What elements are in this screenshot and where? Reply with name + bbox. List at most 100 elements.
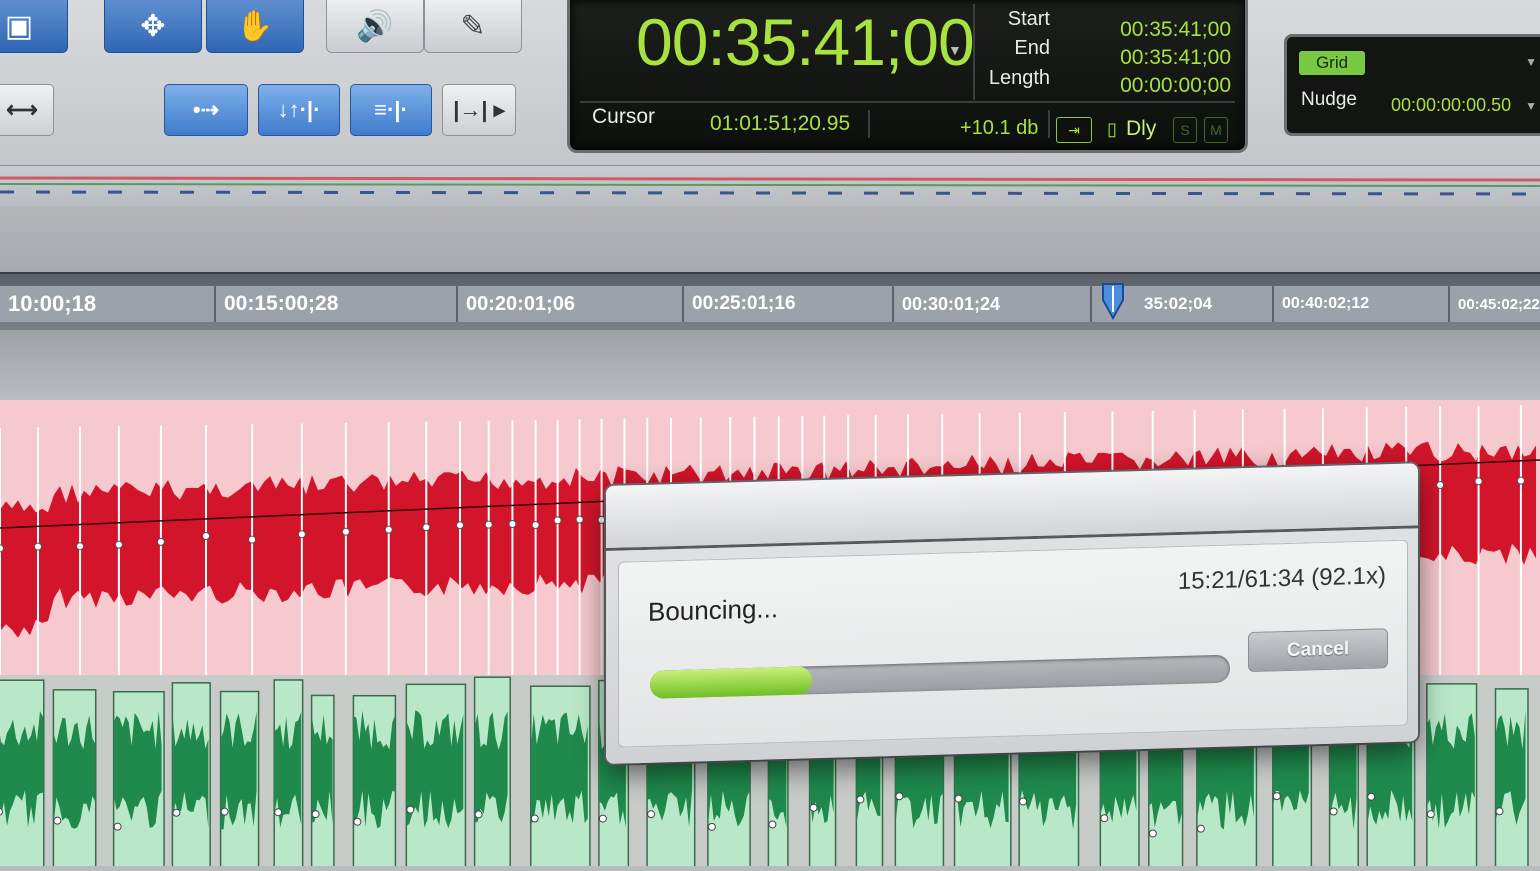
breakpoint [0, 544, 4, 553]
pencil-icon: ✎ [460, 9, 486, 43]
breakpoint [1329, 807, 1338, 816]
slip-icon: ↓↑·|· [277, 97, 321, 122]
zoom-tool-button[interactable]: ▣ [0, 0, 68, 53]
main-counter[interactable]: 00:35:41;00 [636, 4, 975, 80]
ruler-tick: 00:30:01;24 [894, 286, 1092, 322]
breakpoint [406, 805, 415, 814]
link-icon: ⟷ [6, 97, 38, 122]
breakpoint [1436, 481, 1445, 490]
breakpoint [0, 807, 3, 816]
grid-mode-button[interactable]: ≡·|· [350, 84, 432, 136]
bounce-progress-fill [650, 666, 813, 699]
nudge-mode-button[interactable]: |→| ▸ [442, 84, 516, 136]
breakpoint [768, 820, 777, 829]
breakpoint [172, 808, 181, 817]
bounce-dialog: Bouncing... 15:21/61:34 (92.1x) Cancel [606, 463, 1418, 764]
breakpoint [553, 516, 562, 525]
breakpoint [597, 515, 606, 524]
start-value[interactable]: 00:35:41;00 [1120, 18, 1231, 42]
breakpoint [1495, 807, 1504, 816]
slip-mode-button[interactable]: ↓↑·|· [258, 84, 340, 136]
breakpoint [156, 537, 165, 546]
breakpoint [598, 814, 607, 823]
grabber-hand-icon: ✋ [236, 9, 274, 43]
breakpoint [474, 810, 483, 819]
speaker-icon: 🔊 [356, 9, 394, 43]
playhead-marker-icon[interactable] [1100, 282, 1126, 322]
chevron-down-icon[interactable]: ▼ [948, 42, 962, 58]
breakpoint [1426, 810, 1435, 819]
bounce-time-readout: 15:21/61:34 (92.1x) [1177, 562, 1386, 596]
breakpoint [34, 542, 42, 551]
bounce-status-label: Bouncing... [648, 593, 779, 627]
divider [580, 101, 1235, 103]
dialog-body: Bouncing... 15:21/61:34 (92.1x) Cancel [618, 539, 1408, 748]
breakpoint [1516, 476, 1525, 485]
divider [868, 110, 870, 138]
marker-strip [0, 166, 1540, 206]
breakpoint [1148, 829, 1157, 838]
ruler-header-area [0, 206, 1540, 272]
length-value[interactable]: 00:00:00;00 [1120, 74, 1231, 98]
pencil-tool-button[interactable]: ✎ [424, 0, 522, 53]
grid-mode-icon: ≡·|· [374, 97, 408, 122]
cursor-value: 01:01:51;20.95 [710, 112, 851, 135]
scrubber-tool-button[interactable]: 🔊 [326, 0, 424, 53]
breakpoint [220, 807, 229, 816]
dly-label[interactable]: Dly [1126, 117, 1156, 141]
ruler-tick: 00:20:01;06 [458, 286, 684, 322]
solo-label: S [1180, 122, 1190, 138]
breakpoint [76, 542, 85, 551]
end-label: End [1014, 37, 1050, 59]
breakpoint [353, 817, 362, 826]
solo-button[interactable]: S [1173, 117, 1197, 143]
cursor-label: Cursor [592, 105, 656, 128]
breakpoint [384, 525, 393, 534]
link-button[interactable]: ⟷ [0, 84, 54, 136]
breakpoint [895, 792, 904, 801]
breakpoint [202, 531, 211, 540]
document-icon: ▯ [1107, 118, 1117, 139]
breakpoint [1474, 477, 1483, 486]
grid-nudge-display: Grid ▼ Nudge 00:00:00:00.50 ▼ [1284, 34, 1540, 136]
toolbar: ▣ ✥ ✋ 🔊 ✎ ⟷ •⇢ ↓↑·|· ≡·|· |→| ▸ 00:35:41… [0, 0, 1540, 166]
nudge-label: Nudge [1301, 89, 1357, 110]
ruler-tick: 10:00;18 [0, 286, 216, 322]
trim-icon: ✥ [140, 9, 166, 43]
breakpoint [1100, 814, 1109, 823]
breakpoint [113, 822, 122, 831]
cancel-button[interactable]: Cancel [1248, 628, 1388, 673]
chevron-down-icon[interactable]: ▼ [1525, 55, 1537, 69]
breakpoint [647, 810, 656, 819]
bounce-progress-bar [650, 654, 1230, 699]
breakpoint [530, 814, 539, 823]
breakpoint [1367, 792, 1376, 801]
chevron-down-icon[interactable]: ▼ [1525, 99, 1537, 113]
breakpoint [484, 520, 493, 529]
breakpoint [531, 521, 540, 530]
mute-button[interactable]: M [1204, 117, 1228, 143]
breakpoint [248, 535, 257, 544]
breakpoint [341, 527, 350, 536]
breakpoint [53, 816, 62, 825]
nudge-icon: |→| ▸ [453, 97, 505, 122]
breakpoint [297, 530, 306, 539]
breakpoint [114, 540, 123, 549]
breakpoint [954, 794, 963, 803]
grid-button[interactable]: Grid [1299, 51, 1365, 75]
breakpoint [575, 515, 584, 524]
trim-tool-button[interactable]: ✥ [104, 0, 202, 53]
grabber-tool-button[interactable]: ✋ [206, 0, 304, 53]
start-label: Start [1007, 8, 1050, 30]
divider [973, 4, 975, 100]
delay-compensation-icon[interactable]: ⇥ [1056, 117, 1092, 143]
spot-mode-button[interactable]: •⇢ [164, 84, 248, 136]
ruler-tick: 00:15:00;28 [216, 286, 458, 322]
gain-value: +10.1 db [960, 117, 1039, 139]
divider [1048, 110, 1050, 138]
nudge-value[interactable]: 00:00:00:00.50 [1391, 95, 1511, 116]
marker-lines [0, 176, 1540, 196]
end-value[interactable]: 00:35:41;00 [1120, 46, 1231, 70]
breakpoint [1019, 797, 1028, 806]
timecode-ruler[interactable]: 10:00;18 00:15:00;28 00:20:01;06 00:25:0… [0, 272, 1540, 332]
